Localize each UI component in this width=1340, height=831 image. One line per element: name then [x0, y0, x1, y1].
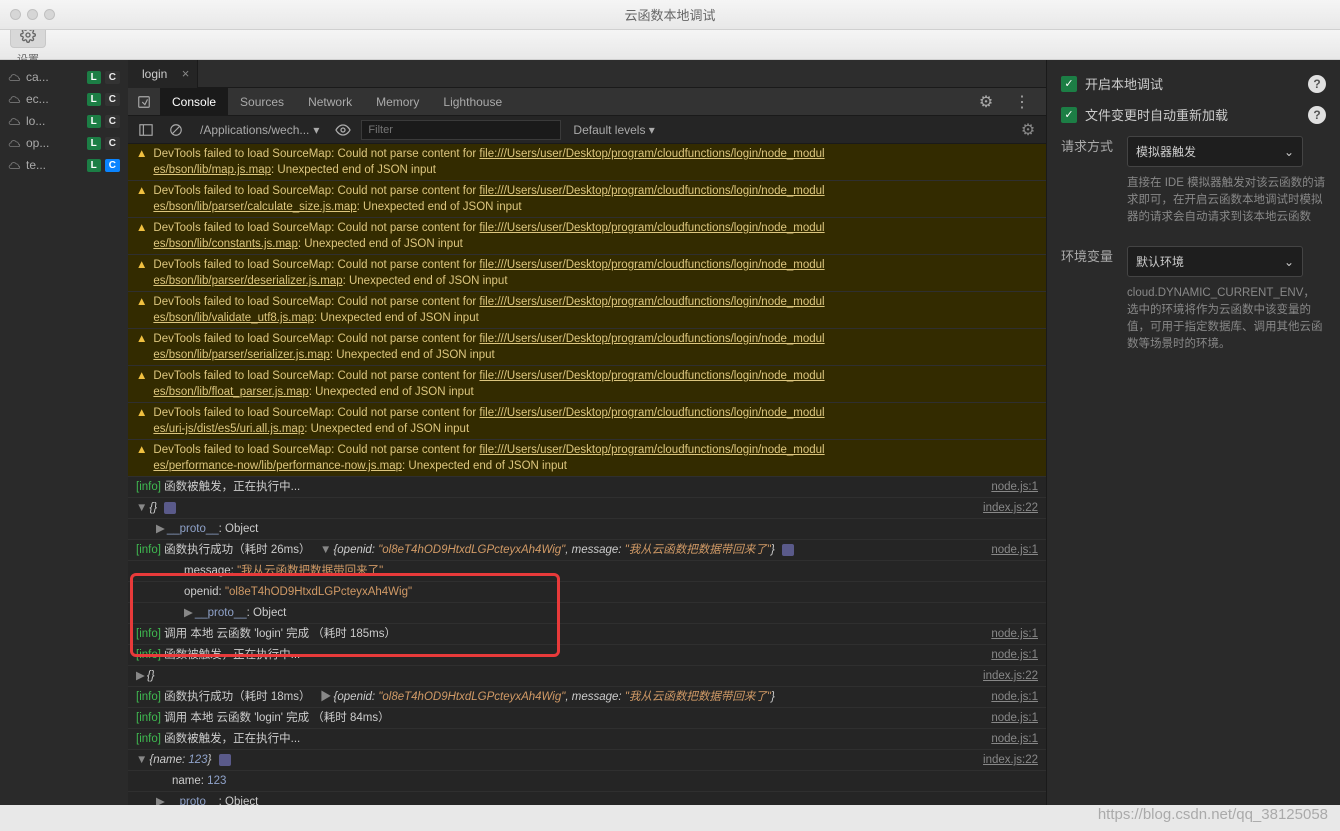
function-item[interactable]: ca...LC — [0, 66, 128, 88]
function-item[interactable]: te...LC — [0, 154, 128, 176]
console-log[interactable]: openid: "ol8eT4hOD9HtxdLGPcteyxAh4Wig" — [128, 582, 1046, 603]
console-warning[interactable]: ▲DevTools failed to load SourceMap: Coul… — [128, 329, 1046, 366]
console-settings-icon[interactable]: ⚙ — [1016, 118, 1040, 142]
auto-reload-label: 文件变更时自动重新加载 — [1085, 105, 1228, 124]
source-link[interactable]: index.js:22 — [983, 668, 1038, 684]
source-link[interactable]: node.js:1 — [991, 626, 1038, 642]
tab-sources[interactable]: Sources — [228, 88, 296, 116]
env-var-select[interactable]: 默认环境⌄ — [1127, 246, 1303, 277]
help-icon[interactable]: ? — [1308, 106, 1326, 124]
warning-icon: ▲ — [136, 294, 147, 326]
console-output[interactable]: ▲DevTools failed to load SourceMap: Coul… — [128, 144, 1046, 805]
request-method-hint: 直接在 IDE 模拟器触发对该云函数的请求即可，在开启云函数本地调试时模拟器的请… — [1127, 175, 1326, 226]
source-link[interactable]: node.js:1 — [991, 542, 1038, 558]
source-link[interactable]: node.js:1 — [991, 479, 1038, 495]
source-link[interactable]: node.js:1 — [991, 689, 1038, 705]
console-warning[interactable]: ▲DevTools failed to load SourceMap: Coul… — [128, 403, 1046, 440]
check-icon: ✓ — [1061, 107, 1077, 123]
console-warning[interactable]: ▲DevTools failed to load SourceMap: Coul… — [128, 181, 1046, 218]
console-warning[interactable]: ▲DevTools failed to load SourceMap: Coul… — [128, 366, 1046, 403]
console-warning[interactable]: ▲DevTools failed to load SourceMap: Coul… — [128, 144, 1046, 181]
more-icon[interactable]: ⋮ — [1006, 88, 1038, 116]
function-item[interactable]: ec...LC — [0, 88, 128, 110]
enable-local-label: 开启本地调试 — [1085, 74, 1163, 93]
console-log[interactable]: ▶{}index.js:22 — [128, 666, 1046, 687]
function-item[interactable]: op...LC — [0, 132, 128, 154]
source-link[interactable]: index.js:22 — [983, 752, 1038, 768]
eye-icon[interactable] — [331, 118, 355, 142]
env-var-hint: cloud.DYNAMIC_CURRENT_ENV，选中的环境将作为云函数中该变… — [1127, 285, 1326, 353]
check-icon: ✓ — [1061, 76, 1077, 92]
warning-icon: ▲ — [136, 368, 147, 400]
warning-icon: ▲ — [136, 405, 147, 437]
devtools-tabs: Console Sources Network Memory Lighthous… — [128, 88, 1046, 116]
help-icon[interactable]: ? — [1308, 75, 1326, 93]
function-sidebar: ca...LCec...LClo...LCop...LCte...LC — [0, 60, 128, 805]
console-log[interactable]: [info] 调用 本地 云函数 'login' 完成 （耗时 84ms）nod… — [128, 708, 1046, 729]
console-warning[interactable]: ▲DevTools failed to load SourceMap: Coul… — [128, 440, 1046, 477]
checkbox-auto-reload[interactable]: ✓ 文件变更时自动重新加载? — [1061, 105, 1326, 124]
console-log[interactable]: [info] 函数被触发，正在执行中...node.js:1 — [128, 645, 1046, 666]
request-method-label: 请求方式 — [1061, 136, 1113, 155]
file-tabbar: login× — [128, 60, 1046, 88]
console-warning[interactable]: ▲DevTools failed to load SourceMap: Coul… — [128, 218, 1046, 255]
console-log[interactable]: name: 123 — [128, 771, 1046, 792]
warning-icon: ▲ — [136, 183, 147, 215]
source-link[interactable]: node.js:1 — [991, 710, 1038, 726]
source-link[interactable]: node.js:1 — [991, 731, 1038, 747]
console-log[interactable]: ▶__proto__: Object — [128, 603, 1046, 624]
console-filterbar: /Applications/wech... ▾ Default levels ▾… — [128, 116, 1046, 144]
env-var-label: 环境变量 — [1061, 246, 1113, 265]
console-log[interactable]: [info] 函数执行成功（耗时 26ms） ▼{openid: "ol8eT4… — [128, 540, 1046, 561]
levels-selector[interactable]: Default levels ▾ — [567, 123, 660, 137]
console-log[interactable]: [info] 函数被触发，正在执行中...node.js:1 — [128, 477, 1046, 498]
tab-network[interactable]: Network — [296, 88, 364, 116]
console-log[interactable]: message: "我从云函数把数据带回来了" — [128, 561, 1046, 582]
inspect-icon[interactable] — [128, 88, 160, 116]
filter-input[interactable] — [361, 120, 561, 140]
context-selector[interactable]: /Applications/wech... ▾ — [194, 123, 325, 137]
chevron-down-icon: ⌄ — [1284, 145, 1294, 159]
console-warning[interactable]: ▲DevTools failed to load SourceMap: Coul… — [128, 255, 1046, 292]
warning-icon: ▲ — [136, 442, 147, 474]
clear-console-icon[interactable] — [164, 118, 188, 142]
close-icon[interactable]: × — [182, 66, 190, 81]
warning-icon: ▲ — [136, 220, 147, 252]
tab-console[interactable]: Console — [160, 88, 228, 116]
console-log[interactable]: ▼{name: 123} index.js:22 — [128, 750, 1046, 771]
console-log[interactable]: [info] 函数被触发，正在执行中...node.js:1 — [128, 729, 1046, 750]
right-panel: ✓ 开启本地调试? ✓ 文件变更时自动重新加载? 请求方式 模拟器触发⌄ 直接在 I… — [1046, 60, 1340, 805]
devtools-panel: login× Console Sources Network Memory Li… — [128, 60, 1046, 805]
traffic-lights[interactable] — [10, 9, 55, 20]
sidebar-toggle-icon[interactable] — [134, 118, 158, 142]
tab-lighthouse[interactable]: Lighthouse — [431, 88, 514, 116]
titlebar: 云函数本地调试 — [0, 0, 1340, 30]
console-log[interactable]: [info] 函数执行成功（耗时 18ms） ▶{openid: "ol8eT4… — [128, 687, 1046, 708]
console-log[interactable]: ▼{} index.js:22 — [128, 498, 1046, 519]
tab-memory[interactable]: Memory — [364, 88, 431, 116]
console-log[interactable]: [info] 调用 本地 云函数 'login' 完成 （耗时 185ms）no… — [128, 624, 1046, 645]
watermark: https://blog.csdn.net/qq_38125058 — [1098, 806, 1328, 823]
gear-icon[interactable]: ⚙ — [970, 88, 1002, 116]
source-link[interactable]: index.js:22 — [983, 500, 1038, 516]
warning-icon: ▲ — [136, 257, 147, 289]
function-item[interactable]: lo...LC — [0, 110, 128, 132]
request-method-select[interactable]: 模拟器触发⌄ — [1127, 136, 1303, 167]
chevron-down-icon: ⌄ — [1284, 255, 1294, 269]
toolbar: 设置 — [0, 30, 1340, 60]
warning-icon: ▲ — [136, 331, 147, 363]
source-link[interactable]: node.js:1 — [991, 647, 1038, 663]
console-log[interactable]: ▶__proto__: Object — [128, 519, 1046, 540]
checkbox-enable-local[interactable]: ✓ 开启本地调试? — [1061, 74, 1326, 93]
console-log[interactable]: ▶__proto__: Object — [128, 792, 1046, 805]
file-tab-login[interactable]: login× — [128, 60, 198, 88]
warning-icon: ▲ — [136, 146, 147, 178]
window-title: 云函数本地调试 — [624, 5, 715, 24]
console-warning[interactable]: ▲DevTools failed to load SourceMap: Coul… — [128, 292, 1046, 329]
